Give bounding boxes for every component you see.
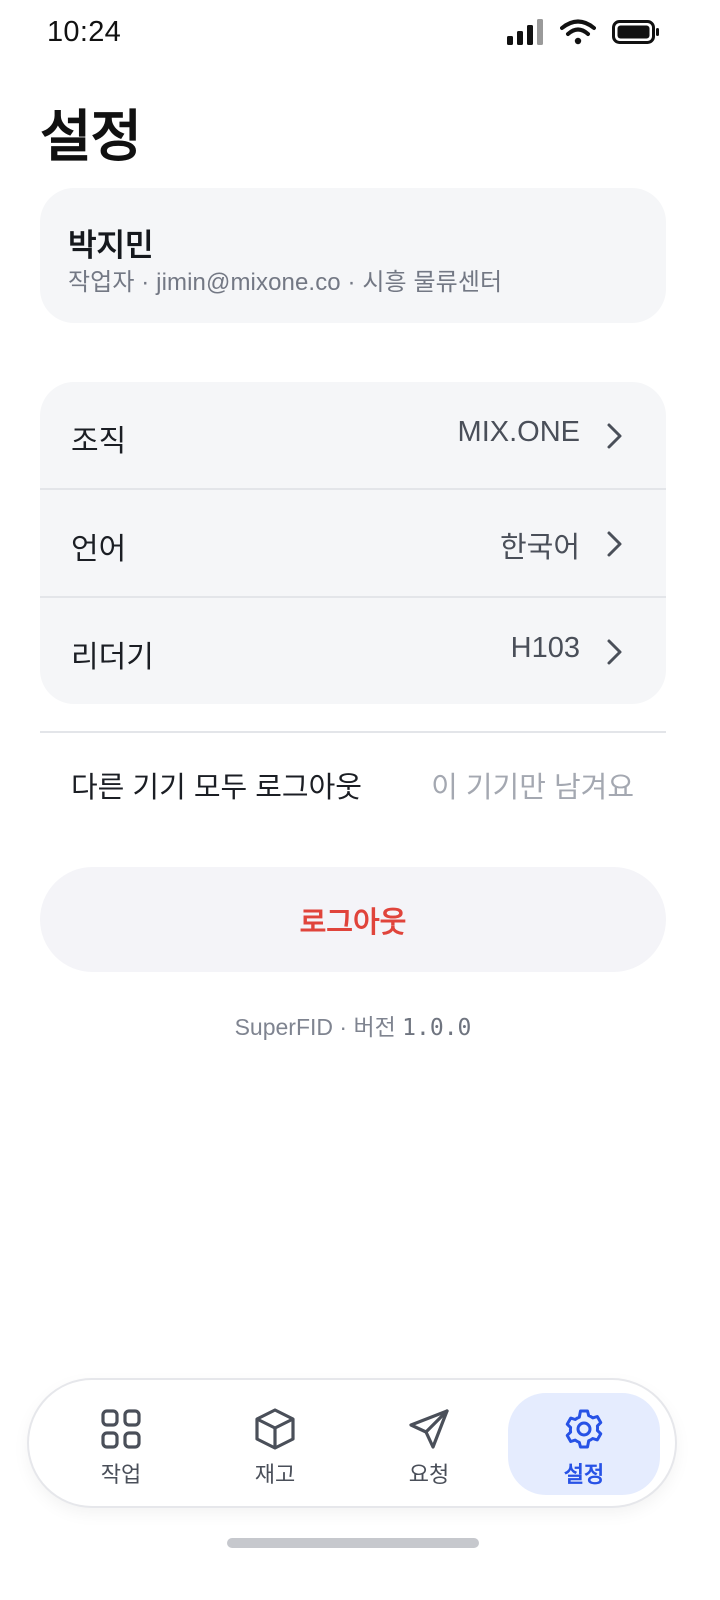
tab-label: 요청 (408, 1462, 450, 1487)
gear-icon (565, 1409, 603, 1449)
tab-inventory[interactable]: 재고 (199, 1393, 351, 1495)
tab-label: 재고 (254, 1462, 296, 1487)
cellular-signal-icon (507, 19, 543, 45)
profile-subtitle: 작업자 · jimin@mixone.co · 시흥 물류센터 (68, 269, 503, 296)
settings-list: 조직 MIX.ONE 언어 한국어 리더기 H103 (40, 382, 666, 704)
row-label: 조직 (71, 425, 127, 458)
app-version: SuperFID · 버전 1.0.0 (0, 1008, 706, 1042)
tab-requests[interactable]: 요청 (353, 1393, 505, 1495)
settings-row-reader[interactable]: 리더기 H103 (40, 598, 666, 704)
logout-button[interactable]: 로그아웃 (40, 867, 666, 972)
battery-icon (612, 20, 659, 44)
version-prefix: SuperFID · 버전 (234, 1014, 403, 1040)
tab-label: 작업 (100, 1462, 142, 1487)
row-value: MIX.ONE (457, 416, 580, 448)
settings-row-language[interactable]: 언어 한국어 (40, 490, 666, 597)
row-label: 리더기 (71, 641, 154, 674)
tab-label: 설정 (563, 1462, 605, 1487)
section-divider (40, 731, 666, 733)
chevron-right-icon (607, 531, 622, 557)
version-number: 1.0.0 (402, 1015, 472, 1041)
tab-settings[interactable]: 설정 (508, 1393, 660, 1495)
settings-row-organization[interactable]: 조직 MIX.ONE (40, 382, 666, 489)
chevron-right-icon (607, 423, 622, 449)
profile-card: 박지민 작업자 · jimin@mixone.co · 시흥 물류센터 (40, 188, 666, 323)
chevron-right-icon (607, 639, 622, 665)
tab-tasks[interactable]: 작업 (45, 1393, 197, 1495)
send-icon (409, 1409, 449, 1449)
status-time: 10:24 (47, 16, 122, 48)
status-icons (506, 18, 660, 46)
wifi-icon (560, 19, 596, 45)
row-value: 한국어 (499, 532, 580, 564)
logout-other-devices-label[interactable]: 다른 기기 모두 로그아웃 (71, 764, 362, 806)
box-icon (255, 1408, 295, 1450)
row-value: H103 (510, 632, 580, 664)
row-label: 언어 (71, 533, 127, 566)
grid-icon (101, 1409, 141, 1449)
home-indicator (227, 1538, 479, 1548)
tab-bar: 작업 재고 요청 설정 (29, 1380, 675, 1506)
page-title: 설정 (40, 105, 142, 168)
logout-label: 로그아웃 (299, 906, 407, 939)
logout-other-devices-hint: 이 기기만 남겨요 (431, 772, 634, 804)
profile-name: 박지민 (68, 228, 154, 263)
